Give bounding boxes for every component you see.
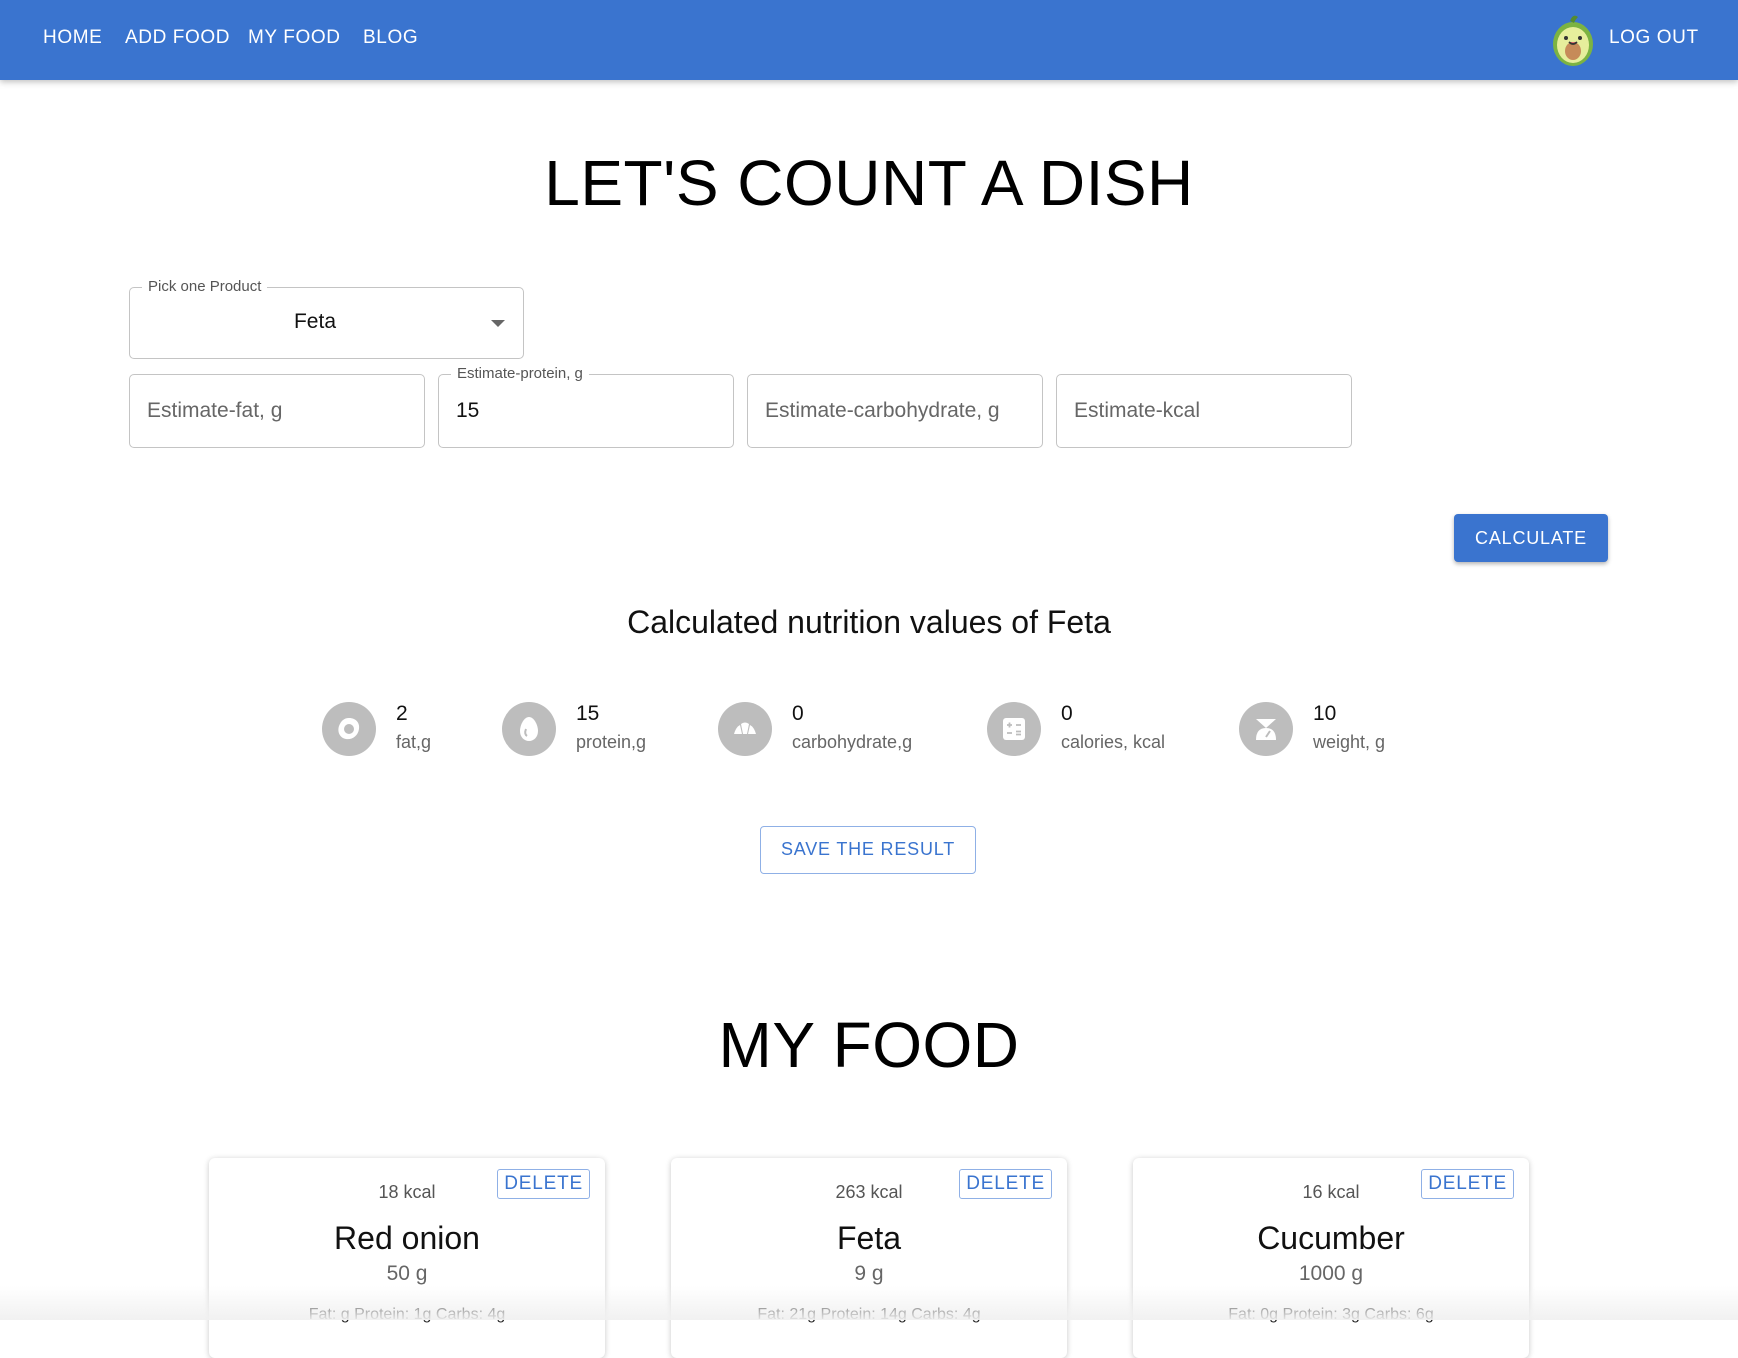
page-title: LET'S COUNT A DISH — [544, 147, 1194, 219]
stat-calories-label: calories, kcal — [1061, 732, 1166, 752]
product-select[interactable]: Pick one Product Feta — [129, 277, 524, 359]
estimate-protein-field[interactable]: Estimate-protein, g — [438, 364, 734, 448]
product-select-label: Pick one Product — [142, 277, 268, 297]
stat-weight-value: 10 — [1313, 702, 1337, 725]
app-bar: HOME ADD FOOD MY FOOD BLOG LOG OUT — [0, 0, 1738, 80]
food-card: 18 kcal DELETE Red onion 50 g Fat: g Pro… — [209, 1158, 605, 1358]
avatar-avocado-icon[interactable] — [1550, 11, 1596, 67]
food-card: 16 kcal DELETE Cucumber 1000 g Fat: 0g P… — [1133, 1158, 1529, 1358]
save-result-button[interactable]: SAVE THE RESULT — [760, 826, 976, 874]
estimate-carbohydrate-input[interactable] — [748, 375, 1042, 447]
croissant-icon — [718, 702, 772, 756]
egg-fried-icon — [322, 702, 376, 756]
nav-blog[interactable]: BLOG — [363, 26, 418, 50]
nav-add-food[interactable]: ADD FOOD — [125, 26, 230, 50]
estimate-protein-input[interactable] — [439, 375, 733, 447]
food-card-name: Feta — [836, 1220, 902, 1256]
stat-calories-value: 0 — [1061, 702, 1073, 725]
stat-carbohydrate-value: 0 — [792, 702, 804, 725]
food-card-name: Cucumber — [1257, 1220, 1405, 1256]
stat-carbohydrate-label: carbohydrate,g — [792, 732, 913, 752]
delete-button[interactable]: DELETE — [959, 1169, 1052, 1199]
nav-logout[interactable]: LOG OUT — [1609, 26, 1699, 50]
bottom-fade — [0, 1286, 1738, 1320]
calculator-icon — [987, 702, 1041, 756]
food-card-weight: 9 g — [854, 1262, 884, 1285]
product-select-value: Feta — [293, 310, 337, 333]
delete-button[interactable]: DELETE — [1421, 1169, 1514, 1199]
food-card-weight: 50 g — [386, 1262, 428, 1285]
nav-home[interactable]: HOME — [43, 26, 102, 50]
estimate-kcal-input[interactable] — [1057, 375, 1351, 447]
food-card-name: Red onion — [334, 1220, 480, 1256]
stat-protein-value: 15 — [576, 702, 600, 725]
scale-icon — [1239, 702, 1293, 756]
delete-button[interactable]: DELETE — [497, 1169, 590, 1199]
stat-fat-value: 2 — [396, 702, 408, 725]
egg-icon — [502, 702, 556, 756]
estimate-fat-field[interactable] — [129, 374, 425, 448]
stat-weight-label: weight, g — [1313, 732, 1386, 752]
estimate-kcal-field[interactable] — [1056, 374, 1352, 448]
stat-fat-label: fat,g — [396, 732, 432, 752]
estimate-fat-input[interactable] — [130, 375, 424, 447]
my-food-title: MY FOOD — [718, 1009, 1020, 1081]
estimate-carbohydrate-field[interactable] — [747, 374, 1043, 448]
food-card-weight: 1000 g — [1298, 1262, 1364, 1285]
caret-down-icon[interactable] — [491, 320, 505, 327]
nav-my-food[interactable]: MY FOOD — [248, 26, 341, 50]
stat-protein-label: protein,g — [576, 732, 647, 752]
food-card: 263 kcal DELETE Feta 9 g Fat: 21g Protei… — [671, 1158, 1067, 1358]
result-title: Calculated nutrition values of Feta — [627, 604, 1111, 640]
calculate-button[interactable]: CALCULATE — [1454, 514, 1608, 562]
